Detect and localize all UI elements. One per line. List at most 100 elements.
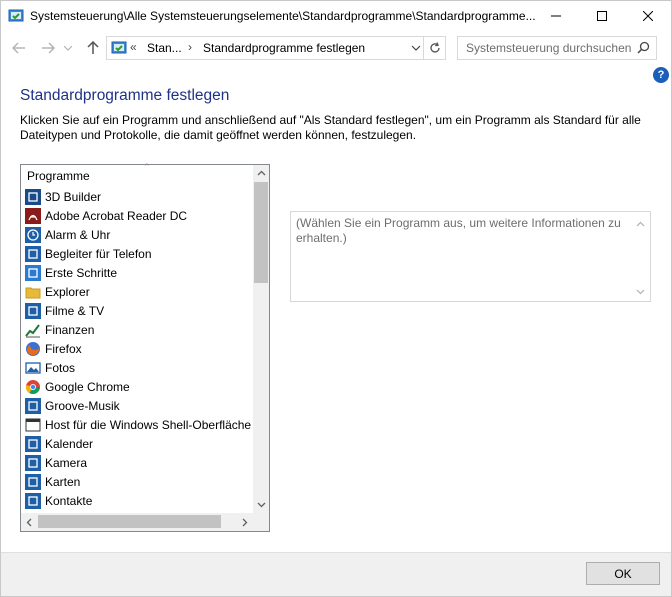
- program-label: Groove-Musik: [45, 398, 120, 413]
- forward-button[interactable]: [38, 37, 58, 59]
- programs-list[interactable]: ⌃ Programme 3D Builder Adobe Acrobat Read…: [20, 162, 270, 532]
- search-box[interactable]: [457, 36, 657, 60]
- recent-locations-button[interactable]: [62, 37, 74, 59]
- film-icon: [25, 302, 41, 319]
- list-item[interactable]: Begleiter für Telefon: [23, 244, 253, 263]
- phone-companion-icon: [25, 245, 41, 262]
- chevron-down-icon: [64, 45, 72, 51]
- program-label: Firefox: [45, 341, 82, 356]
- maximize-icon: [597, 11, 607, 21]
- list-item[interactable]: Kalender: [23, 434, 253, 453]
- breadcrumb-standardprogramme[interactable]: Stan...: [147, 41, 182, 55]
- program-label: 3D Builder: [45, 189, 102, 204]
- shell-host-icon: [25, 417, 41, 433]
- firefox-icon: [25, 341, 41, 357]
- list-header[interactable]: ⌃ Programme: [21, 162, 253, 187]
- scroll-down-button[interactable]: [253, 497, 269, 513]
- horizontal-scroll-thumb[interactable]: [38, 515, 221, 528]
- list-item[interactable]: Adobe Acrobat Reader DC: [23, 206, 253, 225]
- program-label: Filme & TV: [45, 303, 105, 318]
- scroll-right-button[interactable]: [237, 514, 253, 530]
- overflow-crumb[interactable]: «: [130, 40, 137, 54]
- program-label: Karten: [45, 474, 81, 489]
- search-input[interactable]: [466, 41, 631, 55]
- refresh-button[interactable]: [423, 37, 445, 59]
- list-item[interactable]: Fotos: [23, 358, 253, 377]
- breadcrumb-current[interactable]: Standardprogramme festlegen: [203, 41, 365, 55]
- scroll-left-button[interactable]: [21, 514, 37, 530]
- contacts-icon: [25, 492, 41, 509]
- list-item[interactable]: Host für die Windows Shell-Oberfläche: [23, 415, 253, 434]
- address-bar[interactable]: « Stan... › Standardprogramme festlegen: [106, 36, 446, 60]
- sort-ascending-icon: ⌃: [143, 162, 151, 172]
- list-item[interactable]: Firefox: [23, 339, 253, 358]
- chevron-up-icon: [257, 170, 265, 176]
- address-dropdown-button[interactable]: [411, 42, 421, 56]
- finance-chart-icon: [25, 322, 41, 338]
- chrome-icon: [25, 379, 41, 395]
- back-arrow-icon: [12, 42, 25, 54]
- list-item[interactable]: Groove-Musik: [23, 396, 253, 415]
- program-label: Finanzen: [45, 322, 95, 337]
- program-label: Adobe Acrobat Reader DC: [45, 208, 188, 223]
- window-title: Systemsteuerung\Alle Systemsteuerungsele…: [30, 9, 536, 23]
- page-description: Klicken Sie auf ein Programm und anschli…: [20, 113, 641, 142]
- chevron-right-icon[interactable]: ›: [188, 40, 192, 54]
- up-button[interactable]: [83, 37, 103, 59]
- forward-arrow-icon: [42, 42, 55, 54]
- program-info-text: (Wählen Sie ein Programm aus, um weitere…: [296, 216, 621, 245]
- up-arrow-icon: [87, 41, 99, 54]
- title-bar: Systemsteuerung\Alle Systemsteuerungsele…: [1, 1, 671, 31]
- program-label: Kamera: [45, 455, 88, 470]
- programs-list-items: 3D Builder Adobe Acrobat Reader DC Alarm &…: [23, 187, 253, 513]
- programs-column-header[interactable]: Programme: [27, 169, 90, 183]
- ok-button[interactable]: OK: [586, 562, 660, 585]
- search-icon[interactable]: [637, 41, 650, 57]
- calendar-icon: [25, 435, 41, 452]
- list-item[interactable]: Kamera: [23, 453, 253, 472]
- minimize-button[interactable]: [533, 1, 579, 31]
- control-panel-icon: [8, 8, 24, 24]
- list-item[interactable]: Finanzen: [23, 320, 253, 339]
- program-label: Kontakte: [45, 493, 93, 508]
- program-label: Kalender: [45, 436, 94, 451]
- control-panel-icon: [111, 40, 127, 59]
- help-button[interactable]: ?: [653, 67, 669, 83]
- get-started-icon: [25, 264, 41, 281]
- list-item[interactable]: Alarm & Uhr: [23, 225, 253, 244]
- program-label: Alarm & Uhr: [45, 227, 111, 242]
- program-label: Begleiter für Telefon: [45, 246, 152, 261]
- maps-icon: [25, 473, 41, 490]
- info-scroll-up-icon[interactable]: [636, 216, 645, 230]
- list-item[interactable]: Google Chrome: [23, 377, 253, 396]
- list-item[interactable]: Kontakte: [23, 491, 253, 510]
- list-item[interactable]: Filme & TV: [23, 301, 253, 320]
- horizontal-scrollbar[interactable]: [21, 513, 253, 531]
- camera-icon: [25, 454, 41, 471]
- maximize-button[interactable]: [579, 1, 625, 31]
- list-item[interactable]: Karten: [23, 472, 253, 491]
- scrollbar-corner: [253, 513, 269, 531]
- info-scroll-down-icon[interactable]: [636, 284, 645, 298]
- vertical-scrollbar[interactable]: [253, 165, 269, 513]
- close-icon: [643, 11, 653, 21]
- refresh-icon: [429, 42, 440, 53]
- back-button[interactable]: [9, 37, 29, 59]
- list-item[interactable]: Erste Schritte: [23, 263, 253, 282]
- footer-bar: OK: [1, 552, 671, 596]
- program-label: Host für die Windows Shell-Oberfläche: [45, 417, 252, 432]
- program-label: Fotos: [45, 360, 76, 375]
- minimize-icon: [551, 15, 561, 17]
- vertical-scroll-thumb[interactable]: [254, 182, 268, 283]
- chevron-down-icon: [411, 45, 421, 51]
- chevron-left-icon: [26, 518, 32, 526]
- photos-icon: [25, 360, 41, 376]
- program-label: Erste Schritte: [45, 265, 118, 280]
- scroll-up-button[interactable]: [253, 165, 269, 181]
- window: Systemsteuerung\Alle Systemsteuerungsele…: [0, 0, 672, 597]
- list-item[interactable]: Explorer: [23, 282, 253, 301]
- close-button[interactable]: [625, 1, 671, 31]
- list-item[interactable]: 3D Builder: [23, 187, 253, 206]
- 3d-builder-icon: [25, 188, 41, 205]
- program-label: Explorer: [45, 284, 90, 299]
